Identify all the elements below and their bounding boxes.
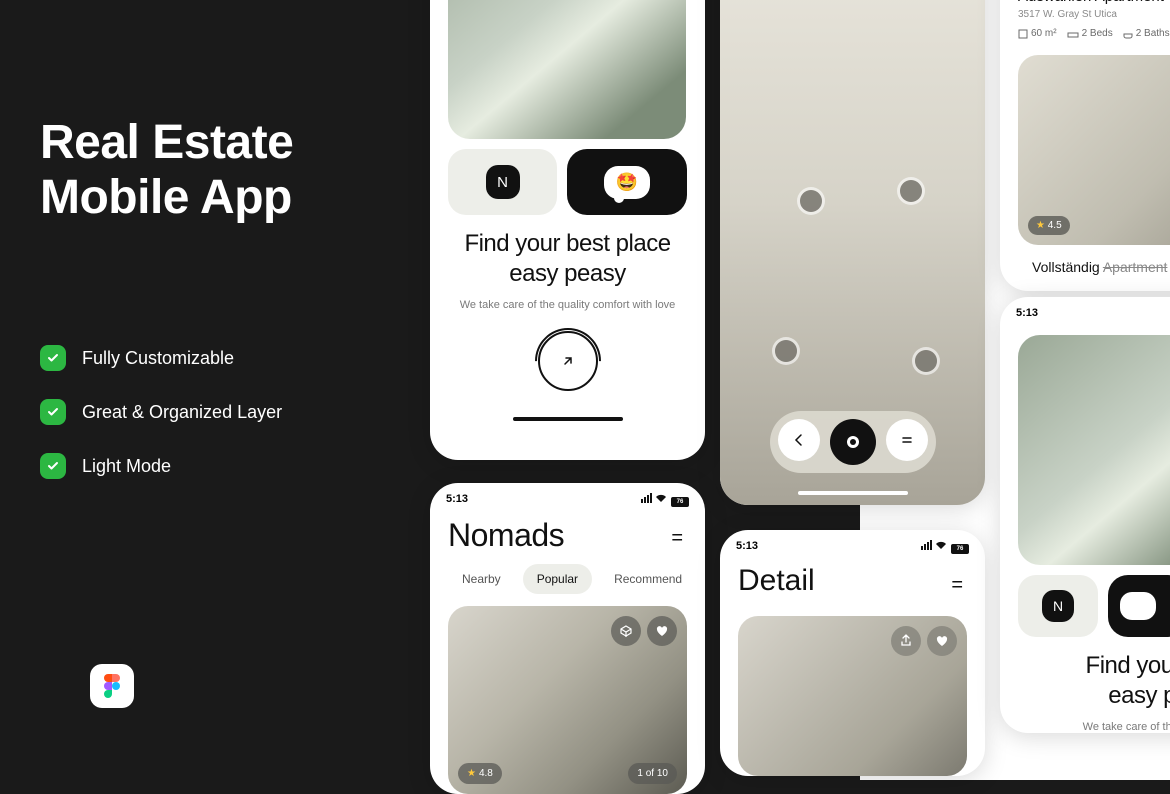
speech-bubble-icon [1120, 592, 1156, 620]
title-line-1: Real Estate [40, 115, 390, 170]
listing-title: Auswählen Apartment [1018, 0, 1170, 5]
status-time: 5:13 [736, 540, 758, 554]
home-indicator [798, 491, 908, 495]
bed-icon: 2 Beds [1067, 28, 1113, 39]
check-icon [40, 345, 66, 371]
share-icon-button[interactable] [891, 626, 921, 656]
chat-card: 🤩 [567, 149, 687, 215]
splash-headline: Find your best place easy peasy [430, 229, 705, 289]
tab-nearby[interactable]: Nearby [448, 564, 515, 594]
back-button[interactable] [778, 419, 820, 461]
rating-chip: ★ 4.5 [1028, 216, 1070, 235]
hotspot-icon[interactable] [900, 180, 922, 202]
screen-home-list: 5:13 76 Nomads = Nearby Popular Recommen… [430, 483, 705, 794]
listing-photo[interactable]: ★4.8 1 of 10 [448, 606, 687, 794]
brand-card: N [448, 149, 557, 215]
chat-card [1108, 575, 1170, 637]
tab-bar: Nearby Popular Recommend [430, 564, 705, 594]
heart-icon-button[interactable] [927, 626, 957, 656]
screen-splash: N 🤩 Find your best place easy peasy We t… [430, 0, 705, 460]
hotspot-icon[interactable] [775, 340, 797, 362]
brand-card: N [1018, 575, 1098, 637]
status-indicators: 76 [641, 493, 689, 507]
next-button[interactable] [538, 331, 598, 391]
arrow-icon [561, 354, 575, 368]
brand-initial-badge: N [486, 165, 520, 199]
hero-image [1018, 335, 1170, 565]
feature-label: Fully Customizable [82, 348, 234, 369]
check-icon [40, 453, 66, 479]
rating-chip: ★4.8 [458, 763, 502, 784]
feature-label: Great & Organized Layer [82, 402, 282, 423]
detail-photo[interactable] [738, 616, 967, 776]
menu-icon[interactable]: = [671, 527, 683, 550]
promo-title: Real Estate Mobile App [40, 115, 390, 225]
listing-address: 3517 W. Gray St Utica [1018, 9, 1170, 20]
brand-initial-badge: N [1042, 590, 1074, 622]
menu-icon[interactable]: = [951, 574, 963, 597]
listing-caption: Vollständig Apartment [1032, 259, 1170, 275]
feature-list: Fully Customizable Great & Organized Lay… [40, 345, 390, 479]
capture-button[interactable] [830, 419, 876, 465]
home-indicator [513, 417, 623, 421]
area-icon: 60 m² [1018, 28, 1057, 39]
menu-button[interactable] [886, 419, 928, 461]
promo-panel: Real Estate Mobile App Fully Customizabl… [0, 0, 430, 780]
listing-info: Auswählen Apartment 3517 W. Gray St Utic… [1000, 0, 1170, 39]
tab-popular[interactable]: Popular [523, 564, 592, 594]
listing-meta: 60 m² 2 Beds 2 Baths [1018, 28, 1170, 39]
hotspot-icon[interactable] [800, 190, 822, 212]
bath-icon: 2 Baths [1123, 28, 1170, 39]
feature-item: Fully Customizable [40, 345, 390, 371]
feature-item: Light Mode [40, 453, 390, 479]
bottom-nav [770, 411, 936, 473]
check-icon [40, 399, 66, 425]
status-time: 5:13 [1016, 307, 1038, 319]
splash-subtitle: We take care of the quality co [1030, 721, 1170, 733]
count-chip: 1 of 10 [628, 763, 677, 784]
hero-image [448, 0, 686, 139]
screen-3d-room [720, 0, 985, 505]
feature-label: Light Mode [82, 456, 171, 477]
status-indicators: 76 [921, 540, 969, 554]
feature-item: Great & Organized Layer [40, 399, 390, 425]
heart-icon-button[interactable] [647, 616, 677, 646]
screen-detail: 5:13 76 Detail = [720, 530, 985, 776]
status-bar: 5:13 76 [720, 530, 985, 560]
title-line-2: Mobile App [40, 170, 390, 225]
status-time: 5:13 [446, 493, 468, 507]
detail-title: Detail [720, 560, 985, 608]
splash-subtitle: We take care of the quality comfort with… [430, 299, 705, 311]
cube-icon-button[interactable] [611, 616, 641, 646]
speech-bubble-icon: 🤩 [604, 166, 650, 199]
screen-splash-partial: 5:13 N Find your bes easy pea We take ca… [1000, 297, 1170, 733]
status-bar: 5:13 76 [430, 483, 705, 513]
figma-logo-icon [90, 664, 134, 708]
splash-headline: Find your bes easy pea [1030, 651, 1170, 711]
hotspot-icon[interactable] [915, 350, 937, 372]
listing-photo[interactable]: ★ 4.5 [1018, 55, 1170, 245]
app-brand: Nomads [430, 513, 705, 564]
screen-listing-info: Auswählen Apartment 3517 W. Gray St Utic… [1000, 0, 1170, 291]
status-bar: 5:13 [1000, 297, 1170, 325]
tab-recommend[interactable]: Recommend [600, 564, 696, 594]
